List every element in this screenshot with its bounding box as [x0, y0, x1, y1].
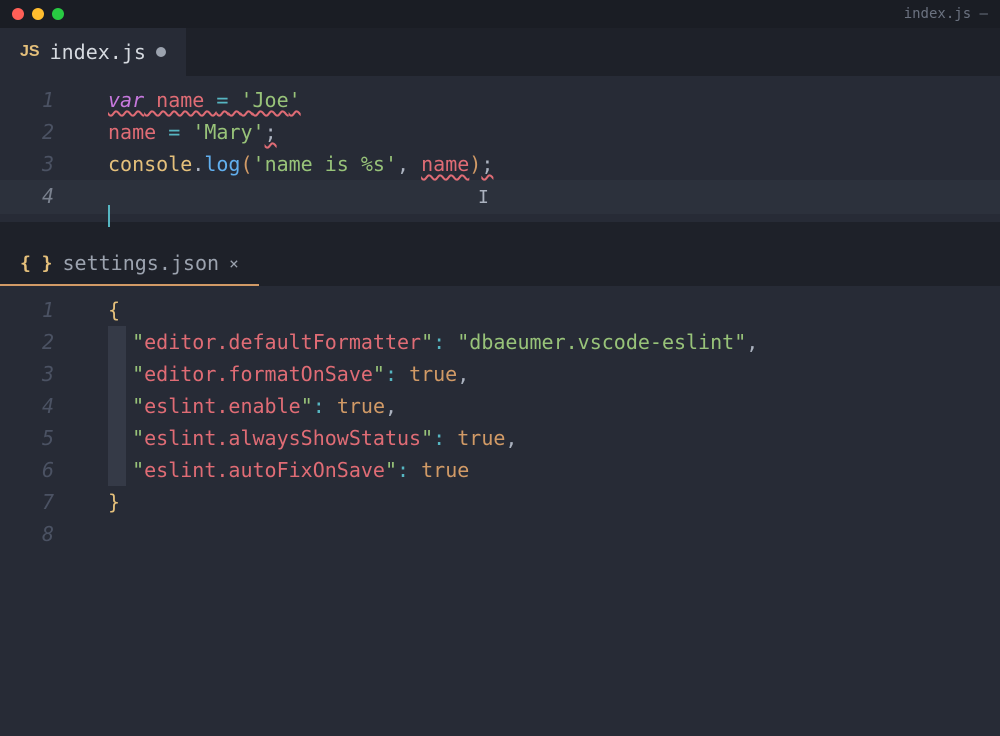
- tab-bar-bottom: { } settings.json ×: [0, 242, 1000, 286]
- code-line[interactable]: 8: [0, 518, 1000, 550]
- line-content[interactable]: name = 'Mary';: [84, 116, 277, 148]
- code-line[interactable]: 3 "editor.formatOnSave": true,: [0, 358, 1000, 390]
- line-number: 8: [4, 518, 84, 550]
- indent-guide: [108, 358, 126, 390]
- line-number: 4: [4, 390, 84, 422]
- editor-split-divider[interactable]: [0, 222, 1000, 242]
- js-file-icon: JS: [20, 43, 40, 61]
- tab-settings-json[interactable]: { } settings.json ×: [0, 242, 259, 286]
- line-content[interactable]: "editor.formatOnSave": true,: [84, 358, 469, 390]
- line-content[interactable]: "editor.defaultFormatter": "dbaeumer.vsc…: [84, 326, 758, 358]
- indent-guide: [108, 454, 126, 486]
- code-line[interactable]: 3 console.log('name is %s', name);: [0, 148, 1000, 180]
- line-content[interactable]: var name = 'Joe': [84, 84, 301, 116]
- window-close-button[interactable]: [12, 8, 24, 20]
- code-line[interactable]: 5 "eslint.alwaysShowStatus": true,: [0, 422, 1000, 454]
- code-line[interactable]: 1 var name = 'Joe': [0, 84, 1000, 116]
- indent-guide: [108, 326, 126, 358]
- line-content[interactable]: "eslint.autoFixOnSave": true: [84, 454, 469, 486]
- title-bar: index.js —: [0, 0, 1000, 28]
- line-number: 5: [4, 422, 84, 454]
- line-content[interactable]: I: [84, 180, 489, 214]
- code-line[interactable]: 2 "editor.defaultFormatter": "dbaeumer.v…: [0, 326, 1000, 358]
- line-content[interactable]: console.log('name is %s', name);: [84, 148, 493, 180]
- code-line[interactable]: 2 name = 'Mary';: [0, 116, 1000, 148]
- window-maximize-button[interactable]: [52, 8, 64, 20]
- code-line[interactable]: 4 "eslint.enable": true,: [0, 390, 1000, 422]
- code-line[interactable]: 1 {: [0, 294, 1000, 326]
- line-number: 4: [4, 180, 84, 212]
- line-content[interactable]: {: [84, 294, 120, 326]
- window-controls: [12, 8, 64, 20]
- modified-indicator-icon: [156, 47, 166, 57]
- editor-pane-bottom: { } settings.json × 1 { 2 "editor.defaul…: [0, 242, 1000, 736]
- line-content[interactable]: "eslint.alwaysShowStatus": true,: [84, 422, 517, 454]
- code-line[interactable]: 6 "eslint.autoFixOnSave": true: [0, 454, 1000, 486]
- line-content[interactable]: }: [84, 486, 120, 518]
- json-file-icon: { }: [20, 253, 53, 274]
- code-line[interactable]: 7 }: [0, 486, 1000, 518]
- code-editor-top[interactable]: 1 var name = 'Joe' 2 name = 'Mary'; 3 co…: [0, 76, 1000, 222]
- window-title: index.js —: [904, 6, 988, 22]
- line-number: 7: [4, 486, 84, 518]
- code-editor-bottom[interactable]: 1 { 2 "editor.defaultFormatter": "dbaeum…: [0, 286, 1000, 736]
- indent-guide: [108, 390, 126, 422]
- line-content[interactable]: "eslint.enable": true,: [84, 390, 397, 422]
- line-number: 2: [4, 116, 84, 148]
- tab-label: index.js: [50, 40, 146, 64]
- line-number: 1: [4, 84, 84, 116]
- line-number: 3: [4, 148, 84, 180]
- line-number: 1: [4, 294, 84, 326]
- line-number: 6: [4, 454, 84, 486]
- tab-bar-top: JS index.js: [0, 28, 1000, 76]
- window-minimize-button[interactable]: [32, 8, 44, 20]
- editor-pane-top: JS index.js 1 var name = 'Joe' 2 name = …: [0, 28, 1000, 222]
- tab-index-js[interactable]: JS index.js: [0, 28, 186, 76]
- tab-label: settings.json: [63, 251, 220, 275]
- line-number: 3: [4, 358, 84, 390]
- ibeam-cursor-icon: I: [478, 187, 489, 208]
- line-number: 2: [4, 326, 84, 358]
- code-line-current[interactable]: 4 I: [0, 180, 1000, 214]
- close-icon[interactable]: ×: [229, 254, 239, 273]
- indent-guide: [108, 422, 126, 454]
